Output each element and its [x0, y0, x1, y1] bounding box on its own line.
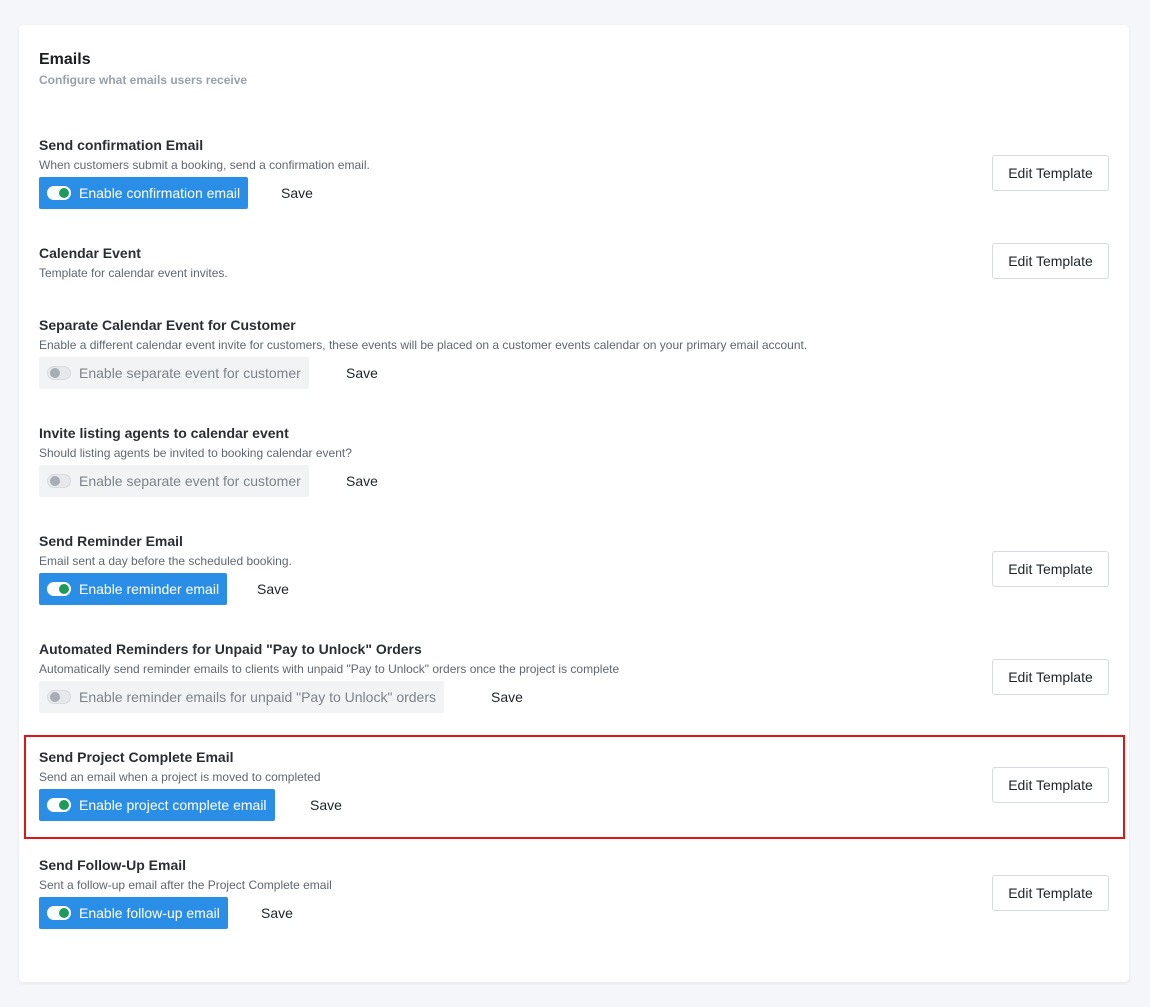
- setting-description: Email sent a day before the scheduled bo…: [39, 554, 292, 568]
- setting-title: Calendar Event: [39, 245, 141, 261]
- enable-project-complete-email-toggle[interactable]: Enable project complete email: [39, 789, 275, 821]
- setting-description: Sent a follow-up email after the Project…: [39, 878, 332, 892]
- toggle-label: Enable reminder email: [79, 581, 220, 597]
- enable-invite-agents-toggle[interactable]: Enable separate event for customer: [39, 465, 309, 497]
- edit-template-button[interactable]: Edit Template: [992, 659, 1109, 695]
- enable-confirmation-email-toggle[interactable]: Enable confirmation email: [39, 177, 249, 209]
- toggle-switch-icon: [47, 690, 71, 704]
- setting-title: Send confirmation Email: [39, 137, 204, 153]
- edit-template-button[interactable]: Edit Template: [992, 243, 1109, 279]
- email-setting-invite-listing-agents: Invite listing agents to calendar event …: [19, 425, 1129, 525]
- edit-template-button[interactable]: Edit Template: [992, 155, 1109, 191]
- setting-description: Automatically send reminder emails to cl…: [39, 662, 620, 676]
- toggle-label: Enable project complete email: [79, 797, 267, 813]
- email-setting-project-complete: Send Project Complete Email Send an emai…: [19, 749, 1129, 849]
- setting-description: Enable a different calendar event invite…: [39, 338, 808, 352]
- email-setting-follow-up: Send Follow-Up Email Sent a follow-up em…: [19, 857, 1129, 957]
- email-setting-separate-calendar-event: Separate Calendar Event for Customer Ena…: [19, 317, 1129, 417]
- setting-title: Invite listing agents to calendar event: [39, 425, 289, 441]
- section-subtitle: Configure what emails users receive: [39, 73, 248, 87]
- toggle-switch-icon: [47, 906, 71, 920]
- toggle-switch-icon: [47, 582, 71, 596]
- toggle-switch-icon: [47, 366, 71, 380]
- setting-title: Separate Calendar Event for Customer: [39, 317, 296, 333]
- setting-title: Send Follow-Up Email: [39, 857, 187, 873]
- toggle-label: Enable separate event for customer: [79, 473, 301, 489]
- setting-title: Send Project Complete Email: [39, 749, 234, 765]
- toggle-label: Enable confirmation email: [79, 185, 241, 201]
- toggle-switch-icon: [47, 186, 71, 200]
- save-button[interactable]: Save: [491, 681, 523, 713]
- save-button[interactable]: Save: [346, 465, 378, 497]
- emails-settings-card: Emails Configure what emails users recei…: [19, 25, 1129, 982]
- setting-description: Send an email when a project is moved to…: [39, 770, 321, 784]
- setting-title: Automated Reminders for Unpaid "Pay to U…: [39, 641, 422, 657]
- email-setting-reminder: Send Reminder Email Email sent a day bef…: [19, 533, 1129, 633]
- save-button[interactable]: Save: [261, 897, 293, 929]
- save-button[interactable]: Save: [346, 357, 378, 389]
- email-setting-unpaid-reminders: Automated Reminders for Unpaid "Pay to U…: [19, 641, 1129, 741]
- setting-title: Send Reminder Email: [39, 533, 183, 549]
- enable-follow-up-email-toggle[interactable]: Enable follow-up email: [39, 897, 228, 929]
- toggle-switch-icon: [47, 474, 71, 488]
- edit-template-button[interactable]: Edit Template: [992, 767, 1109, 803]
- section-title: Emails: [39, 51, 91, 68]
- toggle-label: Enable follow-up email: [79, 905, 220, 921]
- enable-reminder-email-toggle[interactable]: Enable reminder email: [39, 573, 228, 605]
- setting-description: When customers submit a booking, send a …: [39, 158, 370, 172]
- edit-template-button[interactable]: Edit Template: [992, 875, 1109, 911]
- save-button[interactable]: Save: [310, 789, 342, 821]
- enable-unpaid-reminders-toggle[interactable]: Enable reminder emails for unpaid "Pay t…: [39, 681, 444, 713]
- email-setting-confirmation: Send confirmation Email When customers s…: [19, 137, 1129, 237]
- enable-separate-event-toggle[interactable]: Enable separate event for customer: [39, 357, 309, 389]
- toggle-label: Enable separate event for customer: [79, 365, 301, 381]
- setting-description: Template for calendar event invites.: [39, 266, 228, 280]
- toggle-label: Enable reminder emails for unpaid "Pay t…: [79, 689, 436, 705]
- setting-description: Should listing agents be invited to book…: [39, 446, 352, 460]
- save-button[interactable]: Save: [281, 177, 313, 209]
- edit-template-button[interactable]: Edit Template: [992, 551, 1109, 587]
- save-button[interactable]: Save: [257, 573, 289, 605]
- toggle-switch-icon: [47, 798, 71, 812]
